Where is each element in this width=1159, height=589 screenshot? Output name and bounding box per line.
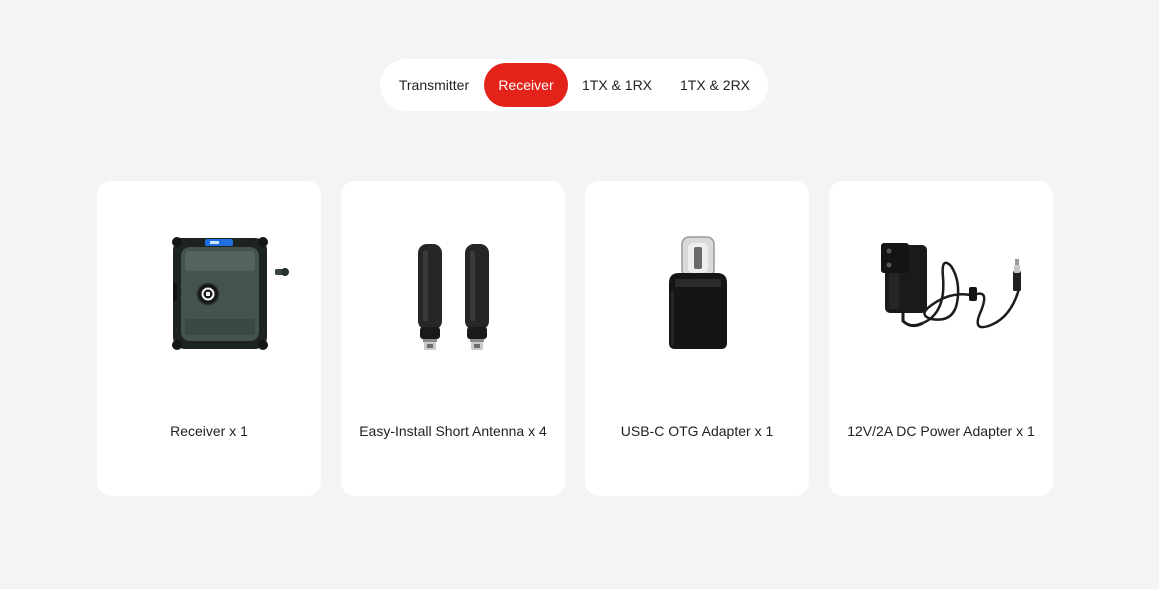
tab-transmitter[interactable]: Transmitter <box>384 63 484 107</box>
item-label: 12V/2A DC Power Adapter x 1 <box>847 423 1035 439</box>
item-card-otg-adapter: USB-C OTG Adapter x 1 <box>585 181 809 496</box>
antenna-icon <box>418 244 489 350</box>
tab-1tx-1rx[interactable]: 1TX & 1RX <box>568 63 666 107</box>
item-label: USB-C OTG Adapter x 1 <box>620 423 774 439</box>
item-card-receiver: Receiver x 1 <box>97 181 321 496</box>
receiver-device-icon <box>172 237 289 350</box>
item-label: Receiver x 1 <box>170 423 248 439</box>
power-adapter-icon <box>881 243 1021 329</box>
tab-1tx-2rx[interactable]: 1TX & 2RX <box>666 63 764 107</box>
item-card-antenna: Easy-Install Short Antenna x 4 <box>341 181 565 496</box>
usb-c-adapter-icon <box>669 236 727 349</box>
item-card-power-adapter: 12V/2A DC Power Adapter x 1 <box>829 181 1053 496</box>
package-tabs: Transmitter Receiver 1TX & 1RX 1TX & 2RX <box>380 59 768 111</box>
item-label: Easy-Install Short Antenna x 4 <box>359 423 547 439</box>
tab-receiver[interactable]: Receiver <box>484 63 568 107</box>
